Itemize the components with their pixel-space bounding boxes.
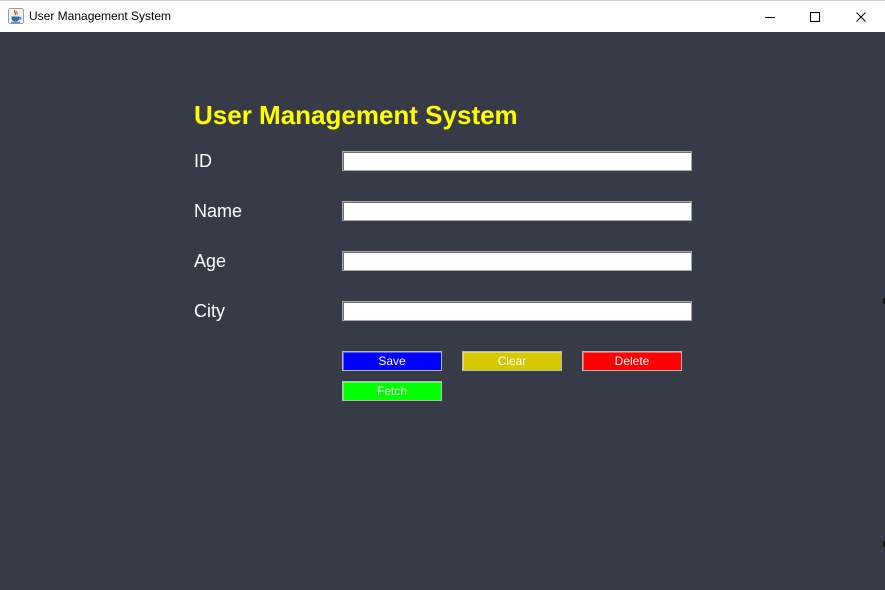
fetch-button[interactable]: Fetch	[342, 381, 442, 401]
maximize-icon	[809, 11, 821, 23]
close-button[interactable]	[838, 1, 884, 32]
delete-button[interactable]: Delete	[582, 351, 682, 371]
city-field[interactable]	[342, 301, 692, 321]
clear-button[interactable]: Clear	[462, 351, 562, 371]
java-cup-icon	[8, 8, 24, 24]
id-label: ID	[194, 151, 212, 171]
name-label: Name	[194, 201, 243, 221]
form-panel: User Management System ID Name Age City …	[0, 32, 885, 590]
form-heading: User Management System	[194, 100, 518, 130]
window-title: User Management System	[29, 9, 172, 23]
minimize-button[interactable]	[747, 1, 793, 32]
close-icon	[855, 11, 867, 23]
city-label: City	[194, 301, 225, 321]
title-bar[interactable]: User Management System	[0, 0, 885, 32]
save-button[interactable]: Save	[342, 351, 442, 371]
name-field[interactable]	[342, 201, 692, 221]
minimize-icon	[764, 11, 776, 23]
age-label: Age	[194, 251, 227, 271]
maximize-button[interactable]	[792, 1, 838, 32]
age-field[interactable]	[342, 251, 692, 271]
id-field[interactable]	[342, 151, 692, 171]
